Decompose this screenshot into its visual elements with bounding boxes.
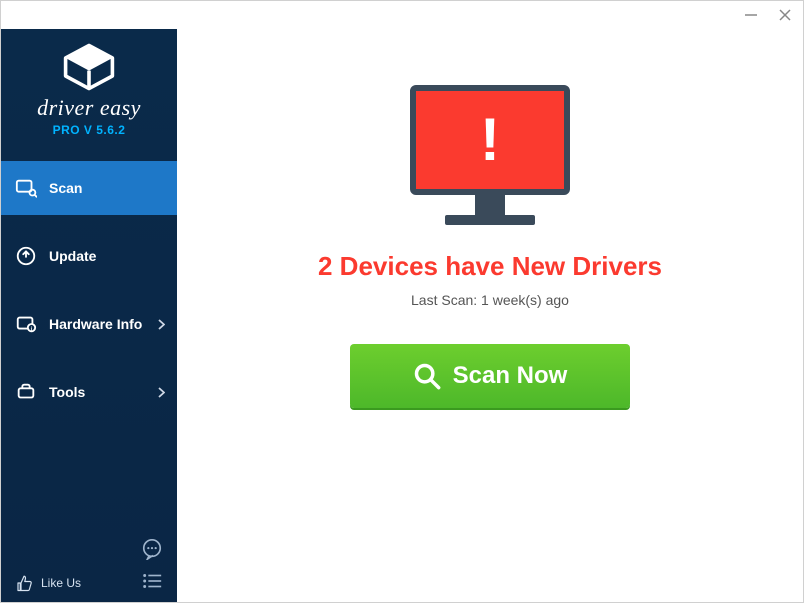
brand-version: PRO V 5.6.2 (53, 123, 126, 137)
scan-now-button[interactable]: Scan Now (350, 344, 630, 408)
body: driver easy PRO V 5.6.2 Scan Update (1, 29, 803, 602)
brand-block: driver easy PRO V 5.6.2 (1, 29, 177, 143)
update-icon (15, 245, 37, 267)
scan-icon (15, 177, 37, 199)
nav: Scan Update i Hardware Info (1, 161, 177, 433)
brand-name: driver easy (37, 95, 141, 121)
nav-label: Hardware Info (49, 316, 142, 332)
sidebar: driver easy PRO V 5.6.2 Scan Update (1, 29, 177, 602)
nav-item-hardware[interactable]: i Hardware Info (1, 297, 177, 351)
minimize-button[interactable] (741, 5, 761, 25)
monitor-screen: ! (410, 85, 570, 195)
main-pane: ! 2 Devices have New Drivers Last Scan: … (177, 29, 803, 602)
alert-monitor-graphic: ! (410, 85, 570, 225)
nav-label: Tools (49, 384, 85, 400)
like-us-label: Like Us (41, 576, 81, 590)
minimize-icon (744, 8, 758, 22)
nav-label: Update (49, 248, 96, 264)
exclamation-icon: ! (480, 110, 500, 170)
tools-icon (15, 381, 37, 403)
monitor-stand (475, 195, 505, 215)
nav-item-scan[interactable]: Scan (1, 161, 177, 215)
chevron-right-icon (158, 319, 165, 330)
chat-icon (141, 538, 163, 560)
nav-item-update[interactable]: Update (1, 229, 177, 283)
close-button[interactable] (775, 5, 795, 25)
close-icon (778, 8, 792, 22)
brand-logo-icon (62, 43, 116, 91)
chevron-right-icon (158, 387, 165, 398)
like-us-button[interactable]: Like Us (15, 574, 81, 592)
app-window: driver easy PRO V 5.6.2 Scan Update (0, 0, 804, 603)
scan-now-label: Scan Now (453, 362, 568, 390)
titlebar (1, 1, 803, 29)
headline-text: 2 Devices have New Drivers (318, 251, 662, 282)
last-scan-text: Last Scan: 1 week(s) ago (411, 292, 569, 308)
search-icon (413, 362, 441, 390)
nav-item-tools[interactable]: Tools (1, 365, 177, 419)
sidebar-footer: Like Us (1, 574, 177, 592)
monitor-base (445, 215, 535, 225)
thumbs-up-icon (15, 574, 33, 592)
nav-label: Scan (49, 180, 82, 196)
hardware-icon: i (15, 313, 37, 335)
feedback-button[interactable] (141, 538, 163, 560)
